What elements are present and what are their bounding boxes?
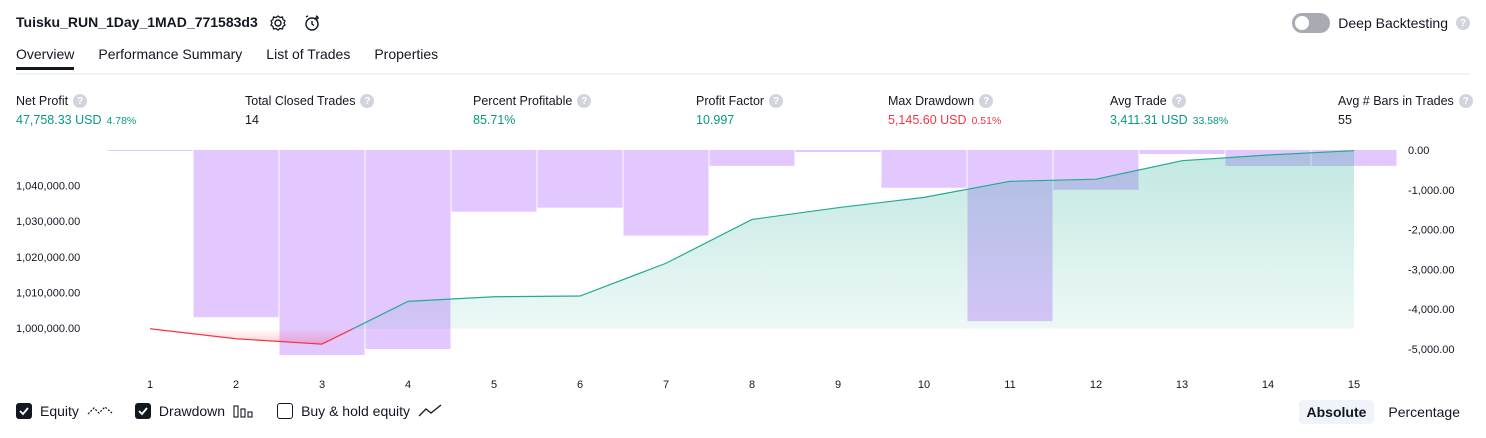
x-axis-tick: 13 [1176, 379, 1188, 391]
legend-label: Drawdown [158, 403, 226, 419]
x-axis-tick: 6 [577, 379, 583, 391]
drawdown-bar [193, 150, 279, 318]
right-axis-tick: -2,000.00 [1408, 225, 1454, 237]
buy-hold-checkbox[interactable] [277, 403, 294, 419]
value-mode-switch: Absolute Percentage [1298, 400, 1469, 424]
drawdown-bar [451, 150, 537, 212]
trend-line-icon [418, 404, 442, 417]
legend-buy-hold[interactable]: Buy & hold equity [277, 403, 442, 419]
x-axis-tick: 4 [405, 379, 411, 391]
x-axis-tick: 11 [1004, 379, 1015, 391]
x-axis-tick: 8 [749, 379, 755, 391]
left-axis-tick: 1,030,000.00 [16, 216, 80, 228]
drawdown-bar [537, 150, 623, 208]
equity-loss-area [150, 328, 353, 345]
equity-checkbox[interactable] [16, 403, 32, 419]
absolute-button[interactable]: Absolute [1298, 400, 1375, 424]
legend-label: Buy & hold equity [301, 403, 411, 419]
equity-drawdown-chart[interactable]: 1,000,000.00 1,010,000.00 1,020,000.00 1,03… [0, 0, 1486, 438]
left-axis-tick: 1,010,000.00 [16, 287, 80, 299]
x-axis-tick: 9 [835, 379, 841, 391]
left-axis-tick: 1,020,000.00 [16, 252, 80, 264]
right-axis-tick: -5,000.00 [1408, 344, 1454, 356]
right-axis-tick: 0.00 [1408, 145, 1429, 157]
legend-equity[interactable]: Equity [16, 403, 113, 419]
x-axis-tick: 10 [918, 379, 930, 391]
x-axis-tick: 7 [663, 379, 669, 391]
x-axis-tick: 5 [491, 379, 497, 391]
percentage-button[interactable]: Percentage [1380, 400, 1468, 424]
drawdown-bar [709, 150, 795, 166]
left-axis-tick: 1,000,000.00 [16, 323, 80, 335]
x-axis-tick: 1 [147, 379, 153, 391]
left-axis-tick: 1,040,000.00 [16, 181, 80, 193]
chart-legend: Equity Drawdown Buy & hold equity [16, 403, 442, 419]
x-axis-tick: 2 [233, 379, 239, 391]
right-axis-tick: -3,000.00 [1408, 264, 1454, 276]
right-axis-tick: -1,000.00 [1408, 185, 1454, 197]
x-axis-tick: 3 [319, 379, 325, 391]
drawdown-bar [623, 150, 709, 236]
x-axis-tick: 15 [1348, 379, 1360, 391]
equity-line-icon [87, 406, 113, 415]
drawdown-bar [1139, 150, 1225, 154]
drawdown-bar [107, 150, 193, 151]
x-axis-tick: 14 [1262, 379, 1274, 391]
drawdown-bar [881, 150, 967, 188]
right-axis-tick: -4,000.00 [1408, 304, 1454, 316]
drawdown-bar [795, 150, 881, 152]
drawdown-bar [279, 150, 365, 355]
drawdown-checkbox[interactable] [134, 403, 151, 419]
x-axis-tick: 12 [1090, 379, 1102, 391]
legend-drawdown[interactable]: Drawdown [134, 403, 255, 419]
bar-chart-icon [233, 405, 253, 418]
legend-label: Equity [40, 403, 79, 419]
